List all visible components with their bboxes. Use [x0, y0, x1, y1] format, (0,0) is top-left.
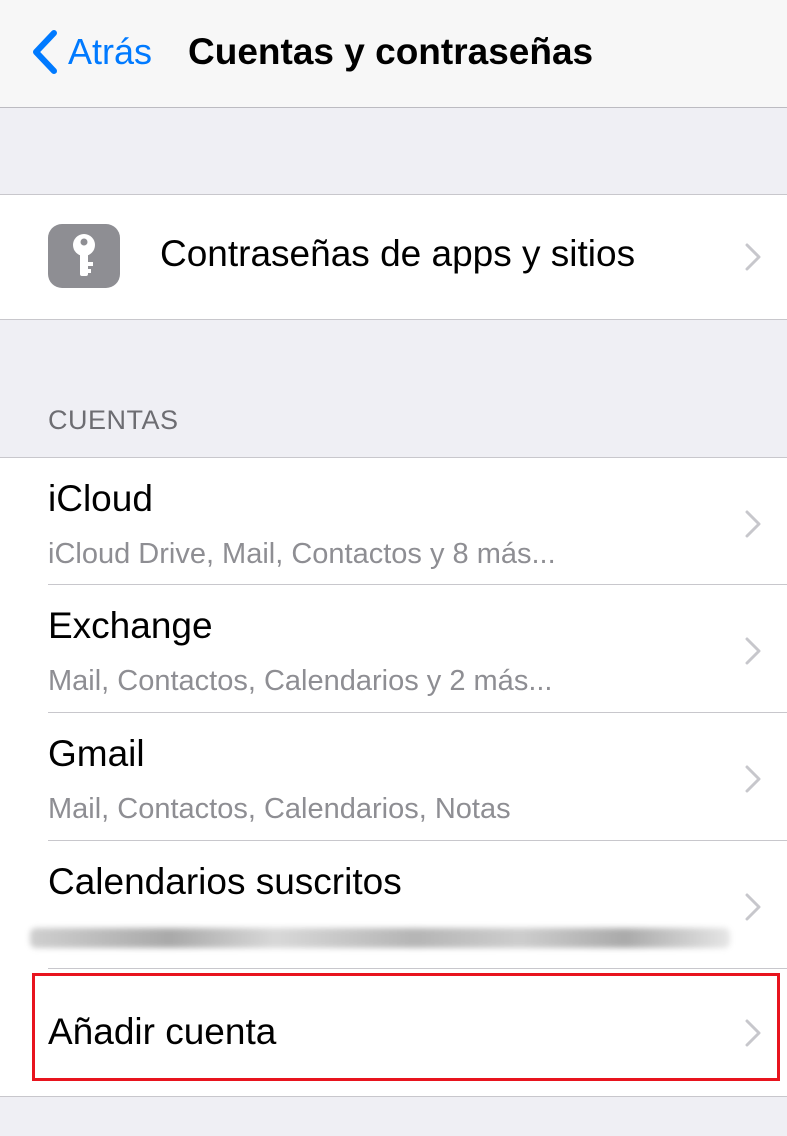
account-subtitle: Mail, Contactos, Calendarios, Notas	[48, 793, 511, 825]
account-title: iCloud	[48, 478, 153, 519]
account-row-exchange[interactable]: Exchange Mail, Contactos, Calendarios y …	[0, 585, 787, 713]
chevron-right-icon	[745, 893, 761, 921]
account-row-icloud[interactable]: iCloud iCloud Drive, Mail, Contactos y 8…	[0, 458, 787, 585]
back-button[interactable]: Atrás	[32, 26, 152, 78]
account-row-gmail[interactable]: Gmail Mail, Contactos, Calendarios, Nota…	[0, 713, 787, 841]
account-title: Calendarios suscritos	[48, 861, 402, 902]
account-subtitle: iCloud Drive, Mail, Contactos y 8 más...	[48, 538, 556, 570]
key-icon	[48, 224, 120, 288]
page-title: Cuentas y contraseñas	[188, 31, 594, 72]
passwords-group: Contraseñas de apps y sitios	[0, 194, 787, 320]
highlight-box	[32, 973, 780, 1081]
account-row-subscribed-calendars[interactable]: Calendarios suscritos	[0, 841, 787, 969]
redacted-calendar-url	[30, 928, 730, 948]
chevron-right-icon	[745, 243, 761, 271]
settings-screen: Atrás Cuentas y contraseñas Contraseñas …	[0, 0, 787, 1136]
account-subtitle: Mail, Contactos, Calendarios y 2 más...	[48, 665, 553, 697]
account-title: Gmail	[48, 733, 145, 774]
chevron-right-icon	[745, 637, 761, 665]
passwords-row-label: Contraseñas de apps y sitios	[160, 233, 636, 274]
chevron-left-icon	[33, 30, 57, 74]
back-button-label: Atrás	[68, 31, 153, 72]
chevron-right-icon	[745, 765, 761, 793]
passwords-row[interactable]: Contraseñas de apps y sitios	[0, 195, 787, 319]
navigation-bar: Atrás Cuentas y contraseñas	[0, 0, 787, 108]
chevron-right-icon	[745, 510, 761, 538]
accounts-section-header: CUENTAS	[48, 405, 179, 435]
account-title: Exchange	[48, 605, 213, 646]
